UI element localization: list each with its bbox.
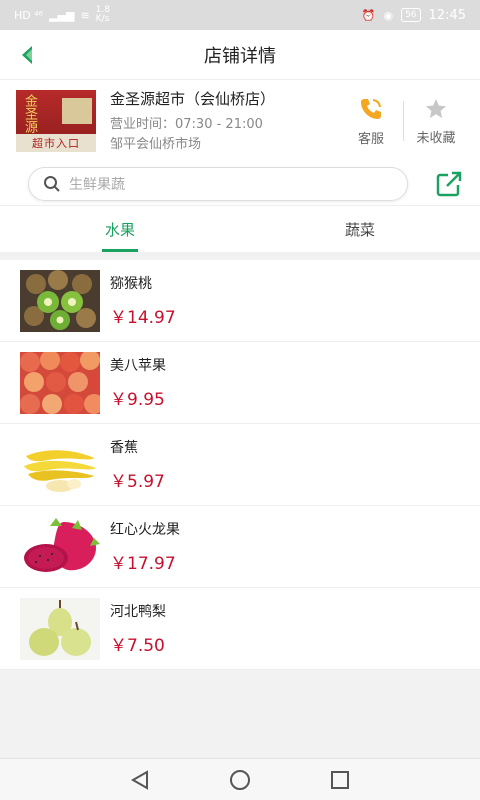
product-price: ￥9.95 [110,390,165,410]
favorite-button[interactable]: 未收藏 [408,97,464,146]
product-info: 香蕉 ￥5.97 [110,434,165,496]
status-right: ⏰ ◉ 56 12:45 [362,8,466,23]
nav-bar: 店铺详情 [0,30,480,80]
product-name: 红心火龙果 [110,522,180,538]
pear-image [20,597,100,660]
search-input[interactable]: 生鲜果蔬 [28,166,408,201]
product-price: ￥7.50 [110,636,165,656]
product-item-apple[interactable]: 美八苹果 ￥9.95 [0,342,480,424]
battery-indicator: 56 [401,8,421,22]
dragonfruit-illustration [20,515,100,578]
pear-illustration [20,597,100,660]
store-actions: 客服 未收藏 [343,95,464,147]
network-indicator: HD ⁴⁶ [14,8,44,22]
share-icon [436,171,462,196]
star-icon [426,98,446,118]
triangle-back-icon [130,769,148,790]
store-name: 金圣源超市（会仙桥店） [110,89,276,108]
product-info: 猕猴桃 ￥14.97 [110,270,176,332]
product-name: 猕猴桃 [110,276,152,292]
customer-service-button[interactable]: 客服 [343,96,399,147]
back-arrow-icon [22,46,32,64]
search-row: 生鲜果蔬 [0,162,480,206]
apple-illustration [20,351,100,414]
system-recents-button[interactable] [326,766,354,794]
actions-divider [403,101,404,141]
favorite-label: 未收藏 [416,130,456,146]
kiwi-image [20,269,100,332]
store-header: 金圣源 超市入口 金圣源超市（会仙桥店） 营业时间：07:30 - 21:00 … [0,80,480,162]
store-address: 邹平会仙桥市场 [110,136,202,152]
back-button[interactable] [14,42,40,68]
status-time: 12:45 [428,7,466,23]
circle-home-icon [230,769,250,790]
apple-image [20,351,100,414]
product-price: ￥14.97 [110,308,176,328]
tab-vegetables[interactable]: 蔬菜 [240,206,480,252]
status-bar: HD ⁴⁶ ▂▄▆ ≋ 1.8 K/s ⏰ ◉ 56 12:45 [0,0,480,30]
page-title: 店铺详情 [204,45,276,67]
signal-icon: ▂▄▆ [49,8,75,22]
category-tabs: 水果 蔬菜 [0,206,480,256]
system-back-button[interactable] [126,766,154,794]
share-button[interactable] [434,169,464,199]
product-item-dragonfruit[interactable]: 红心火龙果 ￥17.97 [0,506,480,588]
search-icon [44,175,60,192]
product-info: 红心火龙果 ￥17.97 [110,516,180,578]
product-info: 美八苹果 ￥9.95 [110,352,166,414]
product-item-banana[interactable]: 香蕉 ￥5.97 [0,424,480,506]
product-item-kiwi[interactable]: 猕猴桃 ￥14.97 [0,260,480,342]
store-sign-text: 金圣源 [22,94,37,133]
network-speed: 1.8 K/s [95,5,110,24]
system-navigation-bar [0,758,480,800]
product-name: 河北鸭梨 [110,604,166,620]
store-sign-panel [62,98,92,124]
status-left: HD ⁴⁶ ▂▄▆ ≋ 1.8 K/s [14,6,110,24]
product-name: 美八苹果 [110,358,166,374]
location-icon: ◉ [383,8,394,22]
product-item-pear[interactable]: 河北鸭梨 ￥7.50 [0,588,480,670]
product-name: 香蕉 [110,440,138,456]
customer-service-label: 客服 [357,131,384,147]
tab-fruit[interactable]: 水果 [0,206,240,252]
store-hours: 营业时间：07:30 - 21:00 [110,116,263,132]
store-thumbnail[interactable]: 金圣源 超市入口 [16,90,96,152]
product-list: 猕猴桃 ￥14.97 美八苹果 ￥9.95 香蕉 ￥5.97 红心火龙果 ￥17… [0,260,480,670]
banana-illustration [20,433,100,496]
alarm-icon: ⏰ [361,8,376,22]
store-info: 金圣源超市（会仙桥店） 营业时间：07:30 - 21:00 邹平会仙桥市场 [110,88,343,155]
phone-icon [361,98,381,119]
dragonfruit-image [20,515,100,578]
product-info: 河北鸭梨 ￥7.50 [110,598,166,660]
wifi-icon: ≋ [80,8,90,22]
product-price: ￥17.97 [110,554,176,574]
kiwi-illustration [20,269,100,332]
product-price: ￥5.97 [110,472,165,492]
banana-image [20,433,100,496]
store-entrance-sign: 超市入口 [16,134,96,152]
square-recents-icon [331,770,349,789]
system-home-button[interactable] [226,766,254,794]
search-placeholder: 生鲜果蔬 [69,176,125,193]
